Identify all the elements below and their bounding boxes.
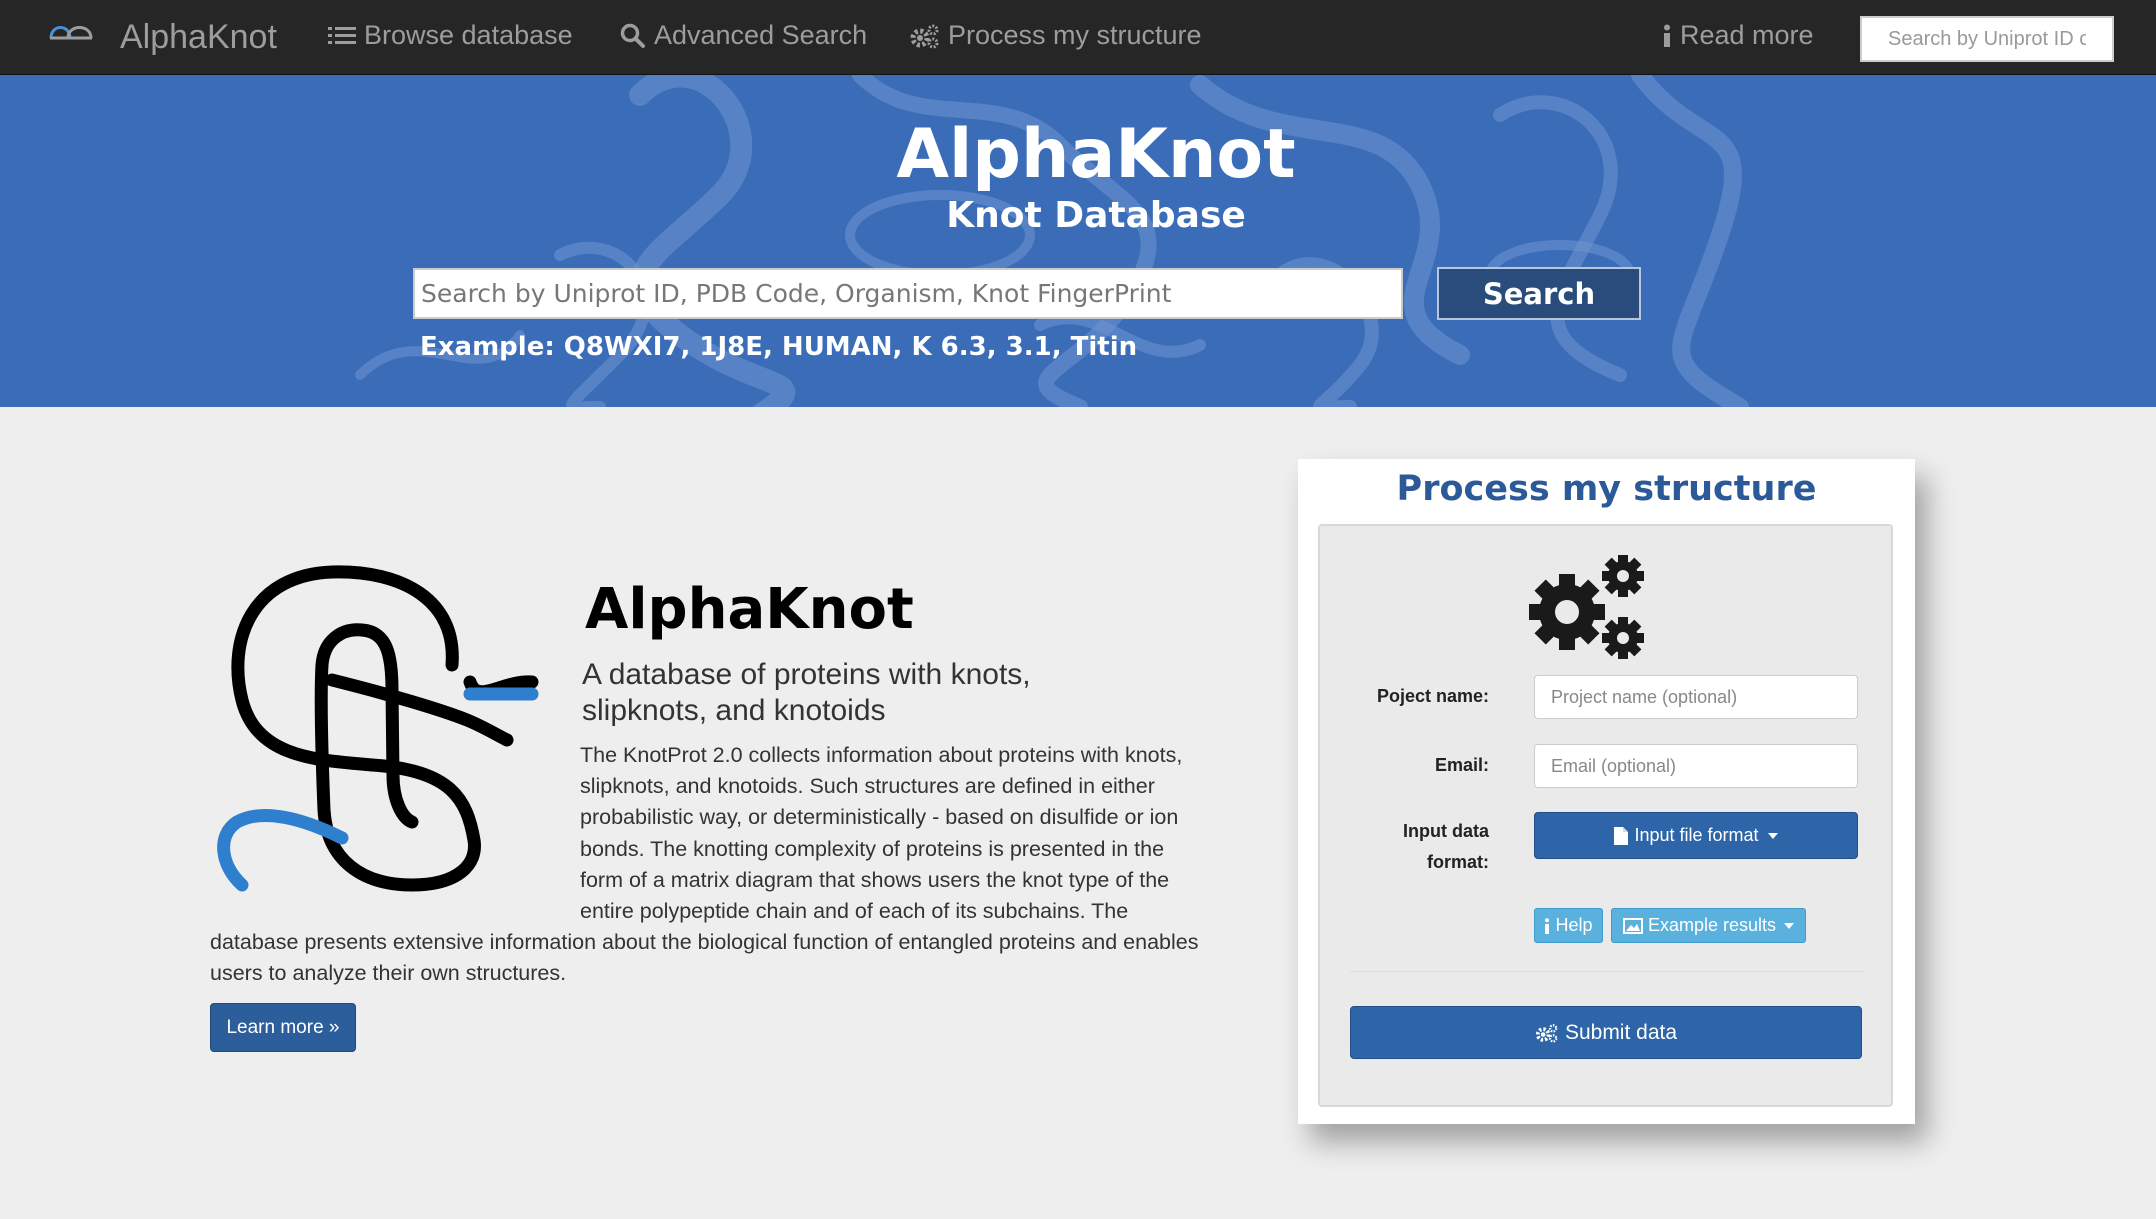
submit-data-button[interactable]: Submit data [1350, 1006, 1862, 1059]
nav-browse-database[interactable]: Browse database [328, 20, 573, 51]
navbar: AlphaKnot Browse database Advanced Searc… [0, 0, 2156, 75]
project-name-input[interactable] [1534, 675, 1858, 719]
process-form-well: Poject name: Email: Input data format: I… [1318, 524, 1893, 1107]
nav-advanced-search-label: Advanced Search [654, 20, 868, 50]
input-format-label: Input data format: [1403, 816, 1489, 878]
input-format-label-line2: format: [1427, 852, 1489, 872]
email-input[interactable] [1534, 744, 1858, 788]
image-icon [1622, 917, 1643, 934]
hero-search-input[interactable] [413, 268, 1403, 319]
process-structure-panel: Process my structure Poject name: Projec… [1298, 459, 1915, 1124]
example-results-label: Example results [1647, 915, 1777, 935]
search-example-text: Example: Q8WXI7, 1J8E, HUMAN, K 6.3, 3.1… [420, 332, 1138, 362]
info-icon [1545, 917, 1550, 934]
brand-link[interactable]: AlphaKnot [120, 18, 277, 57]
nav-read-more[interactable]: Read more [1662, 20, 1814, 51]
learn-more-button[interactable]: Learn more » [210, 1003, 356, 1052]
project-name-label: Poject name: [1376, 686, 1489, 706]
hero-banner: AlphaKnot Knot Database Search Example: … [0, 75, 2156, 407]
input-file-format-label: Input file format [1634, 825, 1759, 845]
nav-read-more-label: Read more [1680, 20, 1814, 50]
example-results-dropdown[interactable]: Example results [1611, 908, 1806, 943]
navbar-search-input[interactable] [1860, 16, 2114, 62]
panel-title: Process my structure [1396, 469, 1817, 509]
nav-browse-label: Browse database [364, 20, 573, 50]
hero-search-button[interactable]: Search [1437, 267, 1641, 320]
input-file-format-dropdown[interactable]: Input file format [1534, 812, 1858, 859]
nav-process-label: Process my structure [948, 20, 1202, 50]
help-button-label: Help [1555, 915, 1593, 935]
form-divider [1350, 971, 1865, 972]
cogs-icon [1535, 1023, 1558, 1043]
email-label: Email: [1434, 755, 1489, 775]
info-icon [1664, 24, 1670, 47]
submit-data-label: Submit data [1564, 1020, 1678, 1044]
intro-lead: A database of proteins with knots, slipk… [582, 658, 1031, 727]
input-format-label-line1: Input data [1403, 821, 1489, 841]
search-icon [620, 23, 645, 48]
intro-description: The KnotProt 2.0 collects information ab… [210, 740, 1200, 990]
chevron-down-icon [1784, 922, 1795, 929]
nav-process-structure[interactable]: Process my structure [910, 20, 1202, 51]
hero-title: AlphaKnot [896, 115, 1296, 194]
nav-advanced-search[interactable]: Advanced Search [620, 20, 867, 51]
hero-subtitle: Knot Database [946, 195, 1246, 236]
file-icon [1614, 826, 1629, 845]
list-icon [328, 26, 356, 44]
help-button[interactable]: Help [1534, 908, 1603, 943]
knot-logo-icon[interactable] [48, 22, 94, 42]
cogs-icon [910, 24, 939, 48]
intro-title: AlphaKnot [585, 577, 914, 642]
cogs-icon [1529, 555, 1644, 659]
chevron-down-icon [1767, 832, 1778, 839]
